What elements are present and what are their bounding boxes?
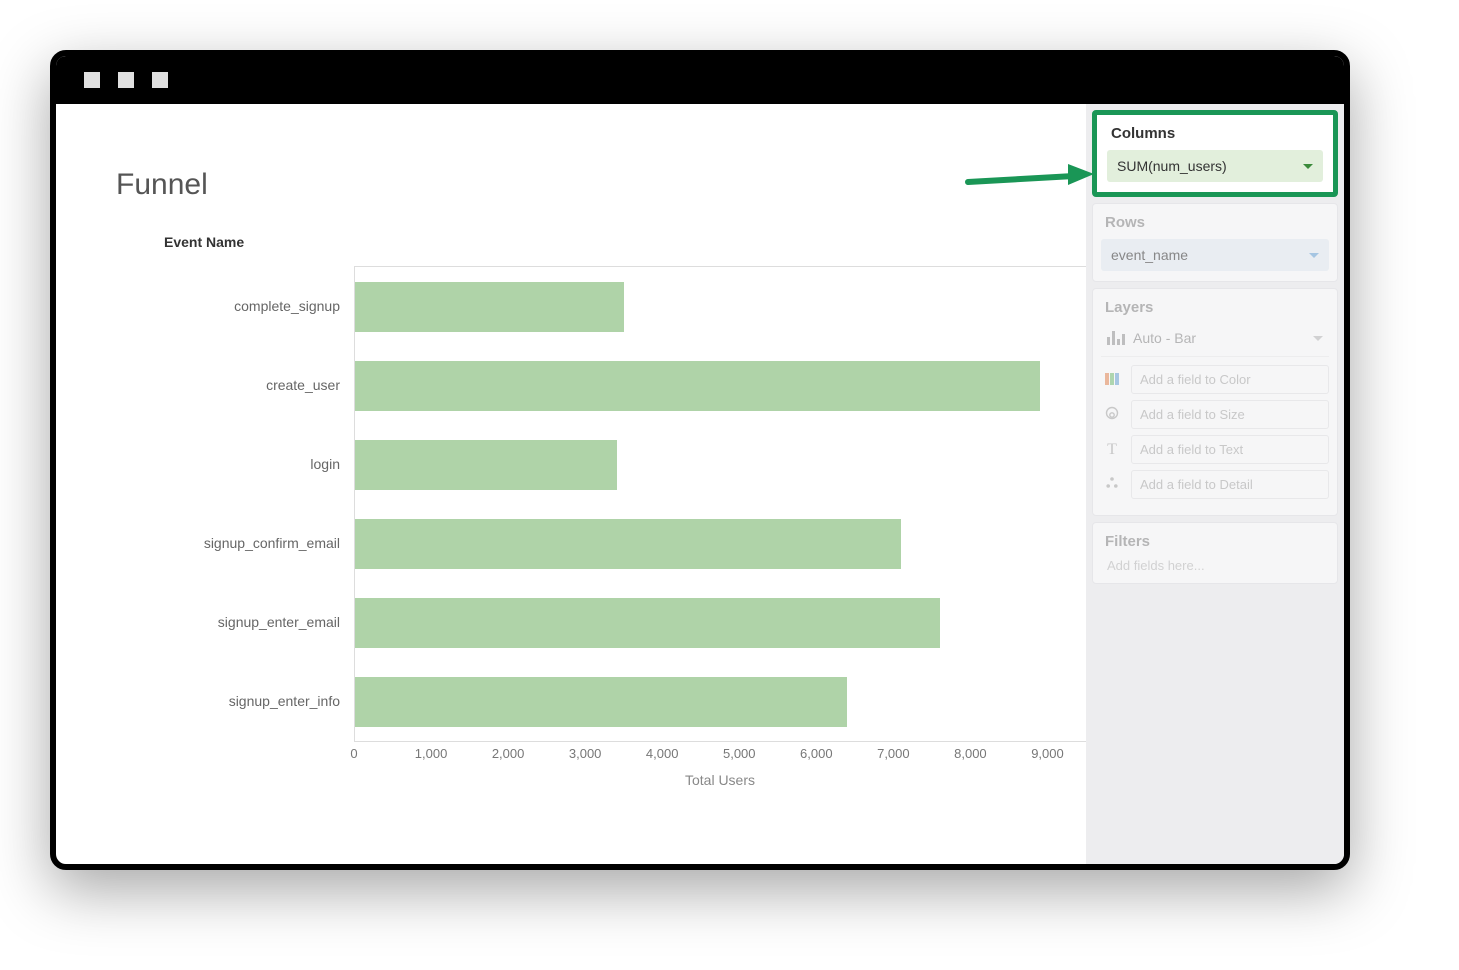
size-icon xyxy=(1101,406,1123,423)
category-label: create_user xyxy=(116,345,354,424)
x-axis-title: Total Users xyxy=(354,772,1086,788)
text-field-input[interactable]: Add a field to Text xyxy=(1131,435,1329,464)
x-tick-label: 3,000 xyxy=(569,746,602,761)
filters-panel-title: Filters xyxy=(1101,533,1329,550)
columns-panel-title: Columns xyxy=(1107,125,1323,142)
bar-row xyxy=(355,662,1086,741)
bar[interactable] xyxy=(355,598,940,648)
detail-field-row: Add a field to Detail xyxy=(1101,470,1329,499)
columns-chip[interactable]: SUM(num_users) xyxy=(1107,150,1323,182)
category-label: signup_confirm_email xyxy=(116,503,354,582)
x-tick-label: 4,000 xyxy=(646,746,679,761)
visualization-type-selector[interactable]: Auto - Bar xyxy=(1101,324,1329,357)
x-tick-label: 5,000 xyxy=(723,746,756,761)
columns-panel: Columns SUM(num_users) xyxy=(1092,110,1338,197)
color-icon xyxy=(1101,372,1123,388)
window-control-close[interactable] xyxy=(84,72,100,88)
bar-chart-icon xyxy=(1107,331,1125,345)
y-axis-title: Event Name xyxy=(164,234,1086,250)
category-labels-column: complete_signupcreate_userloginsignup_co… xyxy=(116,266,354,741)
layers-panel: Layers Auto - Bar Add a field to Color xyxy=(1092,288,1338,516)
category-label: signup_enter_email xyxy=(116,582,354,661)
x-tick-label: 7,000 xyxy=(877,746,910,761)
bar[interactable] xyxy=(355,440,617,490)
bar-row xyxy=(355,583,1086,662)
x-tick-label: 6,000 xyxy=(800,746,833,761)
arrow-annotation xyxy=(964,160,1094,203)
rows-panel-title: Rows xyxy=(1101,214,1329,231)
chevron-down-icon xyxy=(1309,253,1319,258)
content-area: Funnel Event Name complete_signupcreate_… xyxy=(56,104,1344,864)
x-tick-label: 0 xyxy=(350,746,357,761)
arrow-icon xyxy=(964,160,1094,198)
x-tick-label: 8,000 xyxy=(954,746,987,761)
x-axis: 01,0002,0003,0004,0005,0006,0007,0008,00… xyxy=(354,741,1086,801)
bar[interactable] xyxy=(355,361,1040,411)
chart-panel: Funnel Event Name complete_signupcreate_… xyxy=(56,104,1086,864)
layers-panel-title: Layers xyxy=(1101,299,1329,316)
titlebar xyxy=(56,56,1344,104)
size-field-input[interactable]: Add a field to Size xyxy=(1131,400,1329,429)
columns-chip-label: SUM(num_users) xyxy=(1117,158,1227,174)
category-label: login xyxy=(116,424,354,503)
color-field-input[interactable]: Add a field to Color xyxy=(1131,365,1329,394)
category-label: signup_enter_info xyxy=(116,661,354,740)
window-control-maximize[interactable] xyxy=(152,72,168,88)
chevron-down-icon xyxy=(1313,336,1323,341)
detail-field-input[interactable]: Add a field to Detail xyxy=(1131,470,1329,499)
category-label: complete_signup xyxy=(116,266,354,345)
filters-panel: Filters Add fields here... xyxy=(1092,522,1338,584)
filters-hint[interactable]: Add fields here... xyxy=(1101,558,1329,573)
window-control-minimize[interactable] xyxy=(118,72,134,88)
chevron-down-icon xyxy=(1303,164,1313,169)
bar[interactable] xyxy=(355,282,624,332)
x-tick-label: 2,000 xyxy=(492,746,525,761)
detail-icon xyxy=(1101,476,1123,493)
bar-row xyxy=(355,425,1086,504)
rows-chip[interactable]: event_name xyxy=(1101,239,1329,271)
bar-row xyxy=(355,267,1086,346)
text-field-row: T Add a field to Text xyxy=(1101,435,1329,464)
bar-row xyxy=(355,346,1086,425)
bar-row xyxy=(355,504,1086,583)
bar[interactable] xyxy=(355,677,847,727)
rows-panel: Rows event_name xyxy=(1092,203,1338,282)
rows-chip-label: event_name xyxy=(1111,247,1188,263)
size-field-row: Add a field to Size xyxy=(1101,400,1329,429)
color-field-row: Add a field to Color xyxy=(1101,365,1329,394)
config-sidebar: Columns SUM(num_users) Rows event_name L… xyxy=(1086,104,1344,864)
text-icon: T xyxy=(1101,441,1123,459)
x-tick-label: 9,000 xyxy=(1031,746,1064,761)
bar[interactable] xyxy=(355,519,901,569)
chart-title: Funnel xyxy=(116,168,1086,202)
visualization-type-label: Auto - Bar xyxy=(1133,330,1196,346)
bars-column xyxy=(354,266,1086,741)
chart-area: complete_signupcreate_userloginsignup_co… xyxy=(116,266,1086,741)
x-tick-label: 1,000 xyxy=(415,746,448,761)
app-window: Funnel Event Name complete_signupcreate_… xyxy=(50,50,1350,870)
